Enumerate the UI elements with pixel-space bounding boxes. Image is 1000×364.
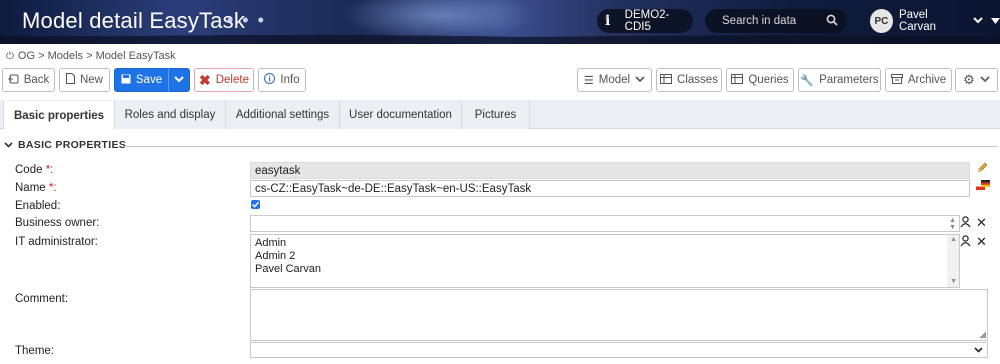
- new-button[interactable]: New: [59, 68, 110, 92]
- comment-textarea[interactable]: ◢: [250, 289, 988, 341]
- scroll-down-icon[interactable]: ▼: [950, 278, 957, 286]
- environment-badge[interactable]: i DEMO2-CDI5: [597, 9, 693, 33]
- breadcrumb[interactable]: ⏻ OG > Models > Model EasyTask: [6, 50, 176, 62]
- list-item[interactable]: Pavel Carvan: [255, 263, 955, 276]
- code-label: Code *:: [15, 164, 54, 176]
- breadcrumb-text[interactable]: OG > Models > Model EasyTask: [18, 50, 176, 62]
- info-circle-icon: [264, 73, 276, 87]
- chevron-down-icon: [4, 140, 13, 151]
- name-field[interactable]: cs-CZ::EasyTask~de-DE::EasyTask~en-US::E…: [250, 180, 970, 197]
- save-button[interactable]: Save: [114, 68, 169, 92]
- info-icon: i: [605, 13, 611, 29]
- clear-icon[interactable]: ✕: [976, 215, 987, 231]
- info-button[interactable]: Info: [258, 68, 306, 92]
- it-admin-list[interactable]: Admin Admin 2 Pavel Carvan ▲ ▼: [250, 234, 960, 288]
- page-title: Model detail EasyTask: [22, 8, 246, 33]
- tab-user-documentation[interactable]: User documentation: [340, 101, 462, 129]
- search-icon[interactable]: [826, 14, 838, 29]
- code-field: easytask: [250, 162, 970, 179]
- hamburger-icon: ☰: [583, 74, 594, 87]
- section-title: BASIC PROPERTIES: [18, 139, 127, 151]
- tab-pictures[interactable]: Pictures: [462, 101, 530, 129]
- name-label: Name *:: [15, 182, 57, 194]
- save-options-button[interactable]: [168, 68, 190, 92]
- tab-additional-settings[interactable]: Additional settings: [226, 101, 340, 129]
- chevron-down-icon[interactable]: [973, 15, 983, 27]
- close-icon: ✖: [199, 71, 211, 88]
- save-icon: [121, 74, 131, 87]
- scroll-up-icon[interactable]: ▲: [950, 236, 957, 244]
- scroll-down-icon[interactable]: ▼: [949, 224, 956, 232]
- parameters-button[interactable]: 🔧 Parameters: [798, 68, 881, 92]
- model-menu-button[interactable]: ☰ Model: [577, 68, 652, 92]
- wrench-icon: 🔧: [800, 74, 815, 87]
- it-admin-label: IT administrator:: [15, 236, 98, 248]
- queries-button[interactable]: Queries: [726, 68, 794, 92]
- business-owner-label: Business owner:: [15, 217, 100, 229]
- section-divider: [124, 146, 998, 147]
- archive-button[interactable]: Archive: [885, 68, 952, 92]
- chevron-down-icon: [980, 74, 990, 86]
- theme-select[interactable]: [250, 342, 988, 358]
- delete-button[interactable]: ✖ Delete: [194, 68, 254, 92]
- ellipsis-icon[interactable]: • • •: [227, 10, 266, 31]
- environment-label: DEMO2-CDI5: [624, 9, 670, 33]
- user-picker-icon[interactable]: [960, 216, 971, 231]
- settings-menu-button[interactable]: ⚙: [955, 68, 998, 92]
- translate-flags-icon[interactable]: [976, 180, 990, 195]
- user-name: Pavel Carvan: [898, 9, 937, 33]
- table-icon: [731, 73, 744, 87]
- new-document-icon: [65, 73, 75, 87]
- tab-basic-properties[interactable]: Basic properties: [3, 101, 115, 130]
- theme-label: Theme:: [15, 345, 54, 357]
- search-input[interactable]: Search in data: [705, 9, 847, 33]
- search-placeholder: Search in data: [722, 15, 797, 27]
- table-icon: [660, 73, 673, 87]
- avatar: PC: [870, 9, 893, 33]
- caret-down-icon[interactable]: [991, 15, 1000, 27]
- user-menu[interactable]: PC Pavel Carvan: [870, 9, 1000, 33]
- resize-grip-icon[interactable]: ◢: [979, 329, 986, 340]
- app-header: Model detail EasyTask • • • i DEMO2-CDI5…: [0, 0, 1000, 44]
- tab-roles-and-display[interactable]: Roles and display: [115, 101, 226, 129]
- comment-label: Comment:: [15, 293, 69, 305]
- list-item[interactable]: Admin 2: [255, 250, 955, 263]
- gear-icon: ⚙: [963, 72, 975, 87]
- enabled-label: Enabled:: [15, 200, 61, 212]
- chevron-down-icon: [174, 74, 184, 86]
- enabled-checkbox[interactable]: [251, 200, 260, 209]
- archive-icon: [890, 73, 903, 87]
- back-button[interactable]: Back: [2, 68, 55, 92]
- clear-icon[interactable]: ✕: [976, 234, 987, 250]
- section-toggle[interactable]: BASIC PROPERTIES: [4, 139, 126, 151]
- pencil-icon[interactable]: [976, 161, 989, 177]
- user-picker-icon[interactable]: [960, 235, 971, 250]
- business-owner-field[interactable]: ▲ ▼: [250, 215, 960, 232]
- chevron-down-icon: [974, 343, 983, 356]
- classes-button[interactable]: Classes: [656, 68, 722, 92]
- power-icon: ⏻: [6, 50, 14, 62]
- back-icon: [7, 74, 19, 87]
- list-item[interactable]: Admin: [255, 237, 955, 250]
- chevron-down-icon: [635, 74, 645, 86]
